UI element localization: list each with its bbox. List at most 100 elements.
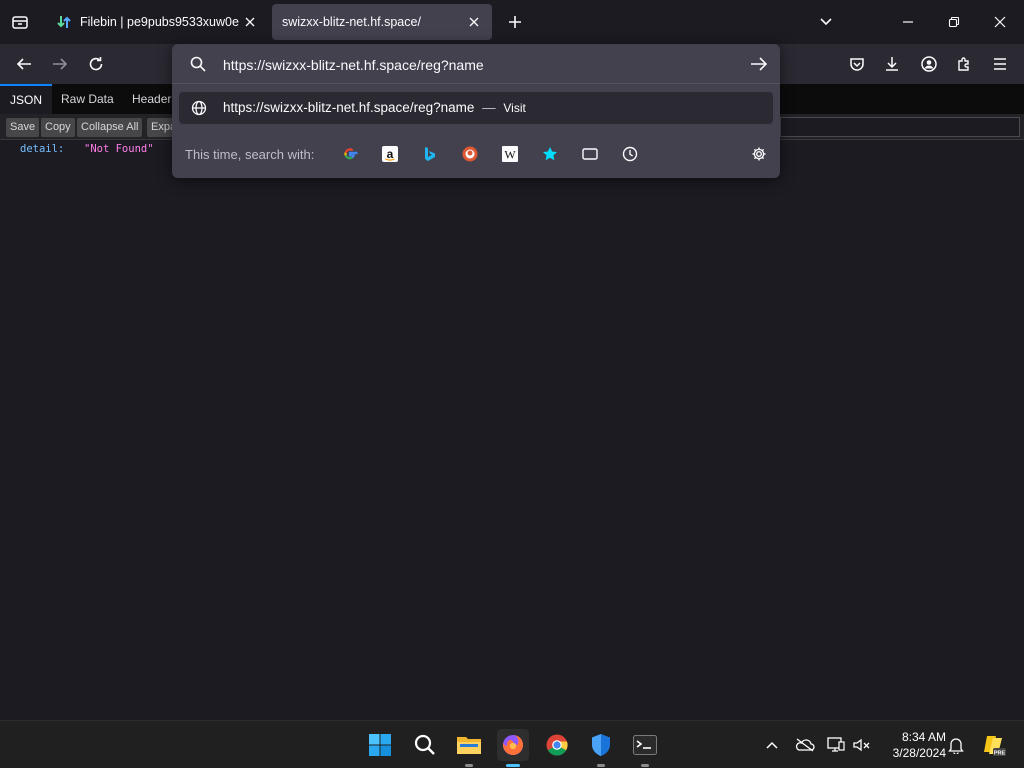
monitor-icon xyxy=(827,737,845,752)
extensions-button[interactable] xyxy=(952,52,976,76)
pocket-icon xyxy=(850,58,864,71)
suggestion-separator: — xyxy=(482,100,496,115)
tab-json[interactable]: JSON xyxy=(0,84,53,114)
forward-button[interactable] xyxy=(48,52,72,76)
firefox-view-icon xyxy=(12,16,28,29)
volume-muted-icon xyxy=(853,738,870,752)
url-suggestion-row[interactable]: https://swizxx-blitz-net.hf.space/reg?na… xyxy=(179,92,773,124)
tab-strip: Filebin | pe9pubs9533xuw0e swizxx-blitz-… xyxy=(0,0,1024,44)
json-row: detail: "Not Found" xyxy=(20,143,154,155)
minimize-icon xyxy=(903,21,913,23)
globe-icon xyxy=(191,100,207,116)
active-indicator xyxy=(506,764,520,767)
tab-title: swizxx-blitz-net.hf.space/ xyxy=(282,15,421,29)
reload-button[interactable] xyxy=(84,52,108,76)
urlbar-dropdown: https://swizxx-blitz-net.hf.space/reg?na… xyxy=(172,44,780,178)
bing-icon[interactable] xyxy=(419,143,441,165)
windows-security-button[interactable] xyxy=(585,729,617,767)
close-icon xyxy=(994,16,1006,28)
chevron-down-icon xyxy=(820,18,832,26)
taskbar-search-button[interactable] xyxy=(409,729,441,761)
copilot-button[interactable]: PRE xyxy=(980,731,1008,759)
suggestion-url: https://swizxx-blitz-net.hf.space/reg?na… xyxy=(223,100,475,115)
windows-taskbar: 8:34 AM 3/28/2024 PRE xyxy=(0,720,1024,768)
file-explorer-button[interactable] xyxy=(453,729,485,767)
svg-text:a: a xyxy=(387,147,394,161)
filter-json-input[interactable] xyxy=(780,117,1020,137)
download-icon xyxy=(886,57,898,71)
svg-text:PRE: PRE xyxy=(994,751,1006,757)
history-icon[interactable] xyxy=(619,143,641,165)
new-tab-button[interactable] xyxy=(503,10,527,34)
taskbar-clock[interactable]: 8:34 AM 3/28/2024 xyxy=(880,729,946,761)
plus-icon xyxy=(509,16,521,28)
urlbar-input-row xyxy=(172,44,780,84)
notifications-button[interactable] xyxy=(946,735,966,755)
tabs-icon[interactable] xyxy=(579,143,601,165)
shield-icon xyxy=(592,734,610,756)
search-settings-gear-icon[interactable] xyxy=(748,143,770,165)
back-button[interactable] xyxy=(12,52,36,76)
json-value: "Not Found" xyxy=(84,143,154,155)
terminal-icon xyxy=(633,735,657,755)
close-tab-icon[interactable] xyxy=(466,14,482,30)
close-window-button[interactable] xyxy=(988,10,1012,34)
bookmarks-star-icon[interactable] xyxy=(539,143,561,165)
volume-tray-icon[interactable] xyxy=(852,735,872,755)
display-tray-icon[interactable] xyxy=(826,735,846,755)
tab-filebin[interactable]: Filebin | pe9pubs9533xuw0e xyxy=(46,4,268,40)
arrow-left-icon xyxy=(16,58,31,70)
puzzle-icon xyxy=(958,57,969,71)
app-menu-button[interactable] xyxy=(988,52,1012,76)
save-button[interactable]: Save xyxy=(6,118,40,137)
folder-icon xyxy=(457,737,481,754)
list-all-tabs-button[interactable] xyxy=(814,10,838,34)
tab-title: Filebin | pe9pubs9533xuw0e xyxy=(80,15,239,29)
suggestion-text: https://swizxx-blitz-net.hf.space/reg?na… xyxy=(223,100,526,115)
wikipedia-icon[interactable]: W xyxy=(499,143,521,165)
account-button[interactable] xyxy=(917,52,941,76)
suggestion-action: Visit xyxy=(503,101,526,115)
collapse-all-button[interactable]: Collapse All xyxy=(77,118,143,137)
downloads-button[interactable] xyxy=(880,52,904,76)
copilot-icon: PRE xyxy=(984,736,1006,757)
duckduckgo-icon[interactable] xyxy=(459,143,481,165)
tab-raw-data[interactable]: Raw Data xyxy=(51,84,124,114)
copy-button[interactable]: Copy xyxy=(41,118,75,137)
terminal-button[interactable] xyxy=(629,729,661,767)
running-indicator xyxy=(465,764,473,767)
restore-window-button[interactable] xyxy=(942,10,966,34)
search-icon xyxy=(190,56,206,72)
onedrive-tray-icon[interactable] xyxy=(795,735,815,755)
search-with-label: This time, search with: xyxy=(185,147,315,162)
chrome-taskbar-button[interactable] xyxy=(541,729,573,761)
clock-date: 3/28/2024 xyxy=(892,746,946,760)
url-input[interactable] xyxy=(223,55,723,75)
show-hidden-icons-button[interactable] xyxy=(762,735,782,755)
minimize-window-button[interactable] xyxy=(896,10,920,34)
google-icon[interactable] xyxy=(339,143,361,165)
pocket-button[interactable] xyxy=(845,52,869,76)
bell-icon xyxy=(948,738,964,754)
clock-time: 8:34 AM xyxy=(901,730,946,744)
json-key: detail: xyxy=(20,143,65,155)
tab-swizxx[interactable]: swizxx-blitz-net.hf.space/ xyxy=(272,4,492,40)
account-icon xyxy=(921,56,937,72)
go-arrow-icon[interactable] xyxy=(750,56,768,72)
running-indicator xyxy=(641,764,649,767)
start-button[interactable] xyxy=(364,729,396,761)
chevron-up-icon xyxy=(766,741,778,749)
firefox-taskbar-button[interactable] xyxy=(497,729,529,767)
close-tab-icon[interactable] xyxy=(242,14,258,30)
svg-text:W: W xyxy=(504,148,516,162)
firefox-view-button[interactable] xyxy=(6,8,34,36)
restore-icon xyxy=(948,16,960,28)
running-indicator xyxy=(597,764,605,767)
search-icon xyxy=(414,734,435,755)
hamburger-menu-icon xyxy=(994,58,1006,70)
chrome-icon xyxy=(546,734,568,756)
amazon-icon[interactable]: a xyxy=(379,143,401,165)
cloud-offline-icon xyxy=(795,738,815,752)
reload-icon xyxy=(89,57,103,71)
arrow-right-icon xyxy=(53,58,68,70)
